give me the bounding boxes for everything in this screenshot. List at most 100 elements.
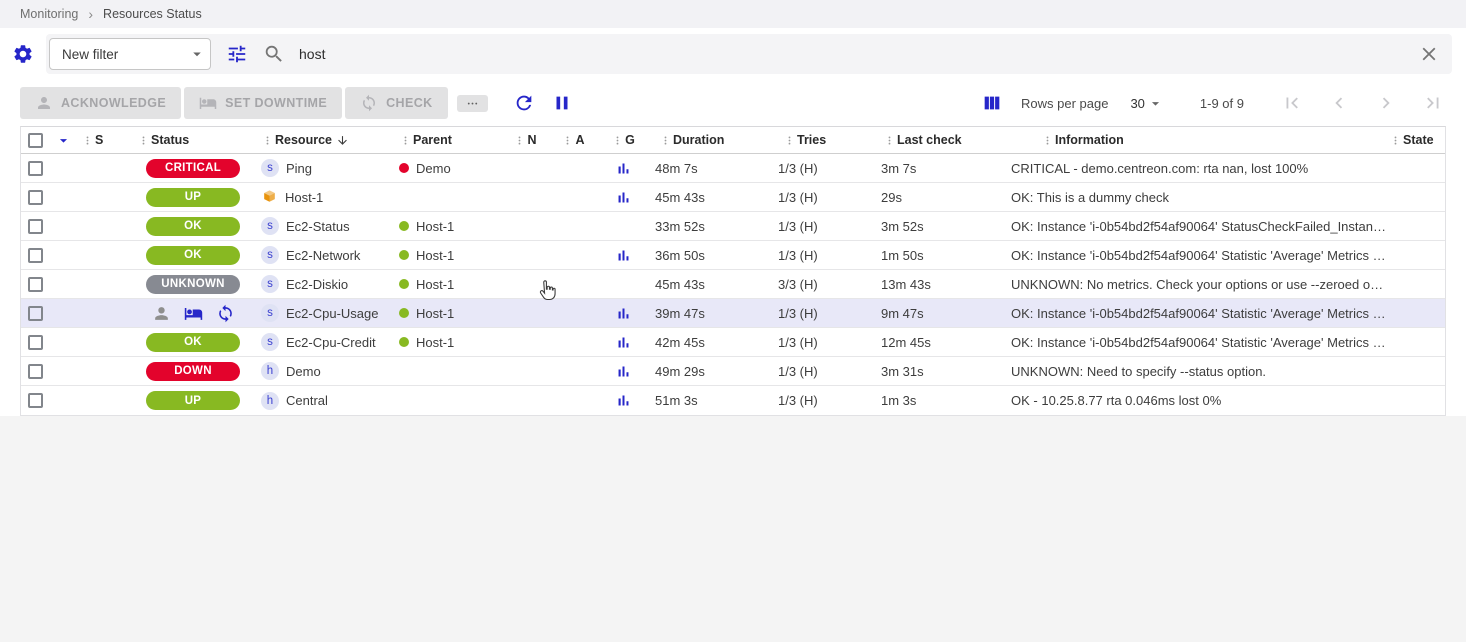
row-checkbox[interactable] <box>28 219 43 234</box>
breadcrumb-monitoring[interactable]: Monitoring <box>20 7 78 21</box>
header-state[interactable]: State <box>1389 133 1445 147</box>
column-drag-icon[interactable] <box>1041 134 1054 147</box>
tries-cell: 1/3 (H) <box>769 393 875 408</box>
header-tries[interactable]: Tries <box>769 133 875 147</box>
select-all-checkbox[interactable] <box>28 133 43 148</box>
acknowledge-action-icon[interactable] <box>152 304 171 323</box>
parent-name[interactable]: Host-1 <box>416 277 454 292</box>
row-checkbox[interactable] <box>28 393 43 408</box>
rows-per-page-select[interactable]: 30 <box>1130 95 1163 112</box>
header-graph[interactable]: G <box>597 133 649 147</box>
header-severity[interactable]: S <box>81 133 137 147</box>
parent-name[interactable]: Demo <box>416 161 451 176</box>
resource-name[interactable]: Ec2-Network <box>286 248 360 263</box>
row-checkbox[interactable] <box>28 306 43 321</box>
resource-name[interactable]: Demo <box>286 364 321 379</box>
parent-name[interactable]: Host-1 <box>416 219 454 234</box>
table-row[interactable]: OKsEc2-Cpu-CreditHost-142m 45s1/3 (H)12m… <box>21 328 1445 357</box>
parent-status-dot <box>399 221 409 231</box>
column-drag-icon[interactable] <box>561 134 574 147</box>
check-action-icon[interactable] <box>216 304 235 323</box>
resource-cell: sEc2-Network <box>249 246 391 264</box>
acknowledge-label: ACKNOWLEDGE <box>61 96 166 110</box>
search-input[interactable]: host <box>299 46 325 62</box>
header-notes[interactable]: N <box>501 133 549 147</box>
table-row[interactable]: CRITICALsPingDemo48m 7s1/3 (H)3m 7sCRITI… <box>21 154 1445 183</box>
resource-name[interactable]: Host-1 <box>285 190 323 205</box>
table-row[interactable]: UPhCentral51m 3s1/3 (H)1m 3sOK - 10.25.8… <box>21 386 1445 415</box>
next-page-icon[interactable] <box>1375 92 1397 114</box>
resource-name[interactable]: Central <box>286 393 328 408</box>
graph-icon[interactable] <box>615 334 632 351</box>
column-drag-icon[interactable] <box>783 134 796 147</box>
header-resource[interactable]: Resource <box>249 133 391 147</box>
downtime-action-icon[interactable] <box>184 304 203 323</box>
search-box[interactable]: host <box>263 43 1403 65</box>
pause-icon[interactable] <box>551 92 573 114</box>
clear-search-icon[interactable] <box>1418 43 1440 65</box>
header-duration[interactable]: Duration <box>649 133 769 147</box>
resource-name[interactable]: Ec2-Diskio <box>286 277 348 292</box>
last-page-icon[interactable] <box>1422 92 1444 114</box>
row-checkbox[interactable] <box>28 248 43 263</box>
header-status[interactable]: Status <box>137 133 249 147</box>
check-button[interactable]: CHECK <box>345 87 447 119</box>
row-checkbox[interactable] <box>28 364 43 379</box>
column-drag-icon[interactable] <box>399 134 412 147</box>
row-checkbox[interactable] <box>28 335 43 350</box>
last-check-value: 1m 3s <box>881 393 916 408</box>
resource-name[interactable]: Ec2-Cpu-Credit <box>286 335 376 350</box>
column-drag-icon[interactable] <box>137 134 150 147</box>
header-last-check[interactable]: Last check <box>875 133 999 147</box>
column-drag-icon[interactable] <box>883 134 896 147</box>
set-downtime-button[interactable]: SET DOWNTIME <box>184 87 342 119</box>
table-row[interactable]: UPHost-145m 43s1/3 (H)29sOK: This is a d… <box>21 183 1445 212</box>
column-drag-icon[interactable] <box>81 134 94 147</box>
select-all-caret-icon[interactable] <box>55 132 72 149</box>
edit-columns-icon[interactable] <box>981 92 1003 114</box>
resource-name[interactable]: Ping <box>286 161 312 176</box>
header-action[interactable]: A <box>549 133 597 147</box>
tries-value: 1/3 (H) <box>778 161 818 176</box>
header-information[interactable]: Information <box>999 133 1389 147</box>
graph-icon[interactable] <box>615 160 632 177</box>
row-checkbox[interactable] <box>28 190 43 205</box>
check-label: CHECK <box>386 96 432 110</box>
column-drag-icon[interactable] <box>611 134 624 147</box>
first-page-icon[interactable] <box>1281 92 1303 114</box>
table-row[interactable]: UNKNOWNsEc2-DiskioHost-145m 43s3/3 (H)13… <box>21 270 1445 299</box>
sort-desc-icon <box>336 134 349 147</box>
duration-value: 51m 3s <box>655 393 698 408</box>
row-checkbox[interactable] <box>28 277 43 292</box>
table-row[interactable]: OKsEc2-NetworkHost-136m 50s1/3 (H)1m 50s… <box>21 241 1445 270</box>
graph-icon[interactable] <box>615 247 632 264</box>
header-parent[interactable]: Parent <box>391 133 501 147</box>
table-row[interactable]: sEc2-Cpu-UsageHost-139m 47s1/3 (H)9m 47s… <box>21 299 1445 328</box>
column-drag-icon[interactable] <box>659 134 672 147</box>
advanced-filter-icon[interactable] <box>226 43 248 65</box>
table-row[interactable]: DOWNhDemo49m 29s1/3 (H)3m 31sUNKNOWN: Ne… <box>21 357 1445 386</box>
table-row[interactable]: OKsEc2-StatusHost-133m 52s1/3 (H)3m 52sO… <box>21 212 1445 241</box>
graph-icon[interactable] <box>615 305 632 322</box>
acknowledge-button[interactable]: ACKNOWLEDGE <box>20 87 181 119</box>
graph-icon[interactable] <box>615 189 632 206</box>
parent-name[interactable]: Host-1 <box>416 248 454 263</box>
information-text: OK - 10.25.8.77 rta 0.046ms lost 0% <box>1011 393 1221 408</box>
column-drag-icon[interactable] <box>1389 134 1402 147</box>
settings-gear-icon[interactable] <box>12 43 34 65</box>
resource-name[interactable]: Ec2-Cpu-Usage <box>286 306 379 321</box>
parent-name[interactable]: Host-1 <box>416 335 454 350</box>
filter-select[interactable]: New filter <box>49 38 211 70</box>
graph-icon[interactable] <box>615 363 632 380</box>
chevron-down-icon <box>1147 95 1164 112</box>
column-drag-icon[interactable] <box>513 134 526 147</box>
previous-page-icon[interactable] <box>1328 92 1350 114</box>
column-drag-icon[interactable] <box>261 134 274 147</box>
last-check-cell: 12m 45s <box>875 335 999 350</box>
refresh-icon[interactable] <box>513 92 535 114</box>
more-actions-button[interactable] <box>457 95 488 112</box>
row-checkbox[interactable] <box>28 161 43 176</box>
parent-name[interactable]: Host-1 <box>416 306 454 321</box>
resource-name[interactable]: Ec2-Status <box>286 219 350 234</box>
graph-icon[interactable] <box>615 392 632 409</box>
